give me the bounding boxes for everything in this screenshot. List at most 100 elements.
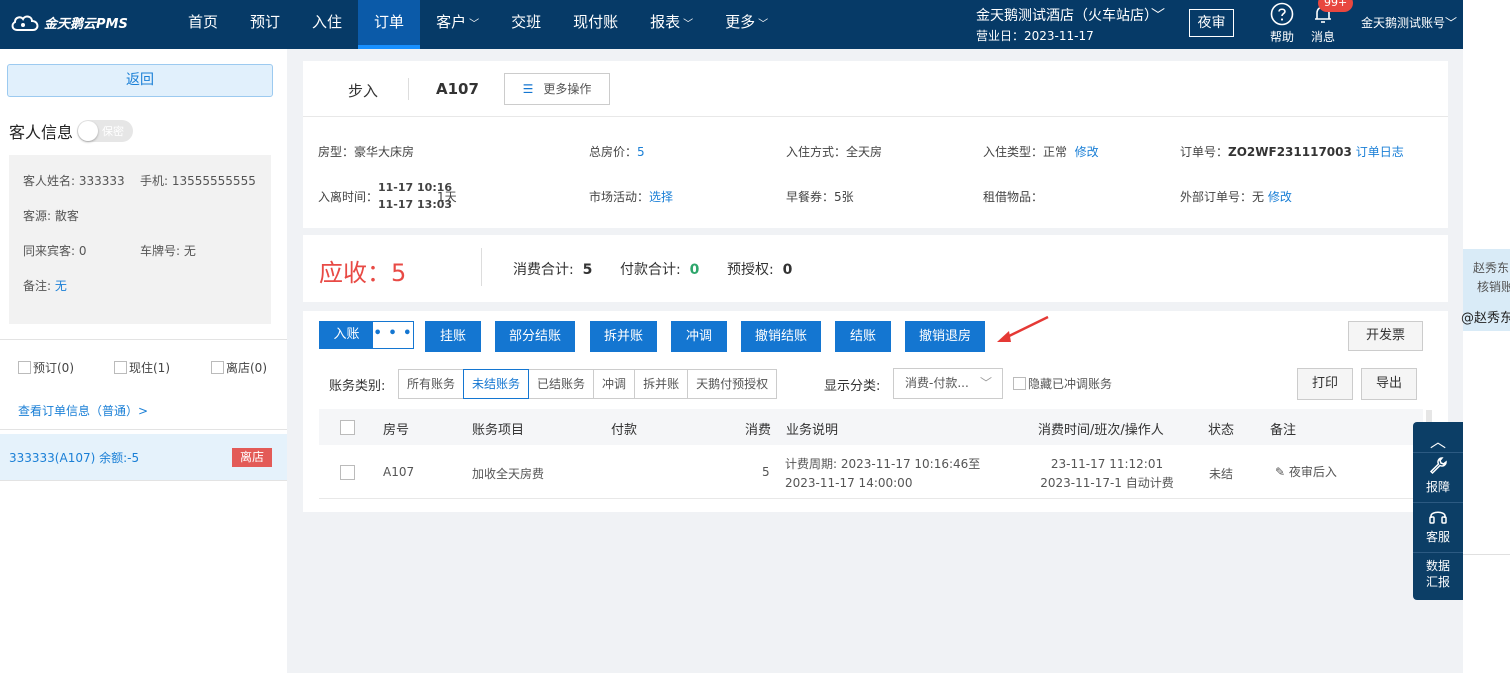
back-button[interactable]: 返回 — [7, 64, 273, 97]
list-icon: ☰ — [522, 82, 534, 96]
post-charge-button[interactable]: 入账 — [320, 322, 373, 348]
nav-reports[interactable]: 报表 ﹀ — [634, 0, 709, 49]
nav-home[interactable]: 首页 — [172, 0, 234, 49]
divider — [1463, 554, 1510, 555]
post-charge-more-button[interactable]: • • • — [373, 322, 413, 348]
chat-subtitle: 核销账 — [1477, 280, 1510, 294]
account-summary-card: 应收：5 消费合计: 5 付款合计: 0 预授权: 0 — [303, 235, 1448, 302]
modify-external-order-link[interactable]: 修改 — [1268, 190, 1292, 204]
issue-invoice-button[interactable]: 开发票 — [1348, 321, 1423, 351]
settle-button[interactable]: 结账 — [835, 321, 891, 352]
col-remark: 备注 — [1270, 423, 1297, 438]
guest-plate: 车牌号: 无 — [140, 244, 196, 258]
cell-time-shift-operator: 23-11-17 11:12:01 2023-11-17-1 自动计费 — [1040, 457, 1174, 490]
tab-settled-accounts[interactable]: 已结账务 — [528, 369, 595, 399]
chat-name: 赵秀东 — [1473, 261, 1510, 275]
col-status: 状态 — [1208, 423, 1235, 438]
tab-split-merge[interactable]: 拆并账 — [634, 369, 689, 399]
nav-more[interactable]: 更多 ﹀ — [709, 0, 784, 49]
night-audit-button[interactable]: 夜审 — [1189, 9, 1234, 37]
account-menu[interactable]: 金天鹅测试账号﹀ — [1361, 14, 1457, 31]
chevron-down-icon: ﹀ — [469, 19, 480, 30]
external-window-strip: 赵秀东 核销账 @赵秀东 — [1461, 0, 1510, 673]
business-date: 营业日：2023-11-17 — [976, 29, 1094, 43]
room-list-item[interactable]: 333333(A107) 余额:-5 离店 — [0, 434, 287, 480]
table-row[interactable]: A107 加收全天房费 5 计费周期: 2023-11-17 10:16:46至… — [319, 445, 1423, 499]
stay-days: 1天 — [437, 190, 457, 204]
cell-description: 计费周期: 2023-11-17 10:16:46至 2023-11-17 14:… — [785, 457, 981, 490]
divider — [303, 116, 1448, 117]
privacy-toggle[interactable]: 保密 — [77, 120, 133, 142]
reverse-adjust-button[interactable]: 冲调 — [671, 321, 727, 352]
walk-in-label: 步入 — [348, 82, 379, 100]
accounts-card: 入账 • • • 挂账 部分结账 拆并账 冲调 撤销结账 结账 撤销退房 开发票… — [303, 311, 1448, 512]
select-all-checkbox[interactable] — [340, 420, 355, 435]
order-log-link[interactable]: 订单日志 — [1356, 145, 1404, 159]
divider — [408, 78, 409, 100]
nav-orders[interactable]: 订单 — [358, 0, 421, 49]
data-report-button[interactable]: 数据 汇报 — [1413, 558, 1463, 590]
modify-checkin-type-link[interactable]: 修改 — [1075, 145, 1099, 159]
hang-account-button[interactable]: 挂账 — [425, 321, 481, 352]
guest-source: 客源: 散客 — [23, 209, 79, 223]
collapse-up-icon[interactable]: ︿ — [1413, 428, 1463, 452]
hotel-name: 金天鹅测试酒店（火车站店）﹀ — [976, 8, 1165, 24]
amount-due: 应收：5 — [319, 259, 407, 287]
headset-icon — [1429, 511, 1447, 524]
row-checkbox[interactable] — [340, 465, 355, 480]
hide-reversed-checkbox[interactable]: 隐藏已冲调账务 — [1013, 375, 1112, 392]
customer-service-button[interactable]: 客服 — [1413, 506, 1463, 545]
pms-app: 金天鹅云PMS 首页 预订 入住 订单 客户 ﹀ 交班 现付账 报表 ﹀ 更多 ﹀ 金… — [0, 0, 1463, 673]
order-number: 订单号：ZO2WF231117003 订单日志 — [1180, 145, 1404, 159]
guest-remark-link[interactable]: 无 — [55, 279, 67, 293]
checkin-type: 入住类型：正常 修改 — [983, 145, 1099, 159]
filter-in-house[interactable]: 现住(1) — [114, 359, 170, 376]
filter-checked-out[interactable]: 离店(0) — [211, 359, 267, 376]
checkbox[interactable] — [1013, 377, 1026, 390]
nav-checkin[interactable]: 入住 — [296, 0, 358, 49]
guest-info-title: 客人信息 — [9, 123, 74, 142]
display-category-select[interactable]: 消费-付款... ﹀ — [893, 368, 1003, 399]
tab-unsettled-accounts[interactable]: 未结账务 — [463, 369, 530, 399]
guest-phone: 手机: 13555555555 — [140, 174, 256, 188]
chat-preview[interactable]: 赵秀东 核销账 @赵秀东 — [1461, 249, 1510, 331]
help-button[interactable]: 帮助 — [1262, 2, 1302, 45]
split-merge-button[interactable]: 拆并账 — [590, 321, 657, 352]
stay-time-label: 入离时间： — [318, 190, 379, 204]
logo[interactable]: 金天鹅云PMS — [10, 13, 128, 32]
partial-checkout-button[interactable]: 部分结账 — [495, 321, 575, 352]
divider — [0, 429, 287, 430]
tab-all-accounts[interactable]: 所有账务 — [398, 369, 465, 399]
checkbox[interactable] — [211, 361, 224, 374]
external-order-number: 外部订单号：无 修改 — [1180, 190, 1292, 204]
view-order-info-link[interactable]: 查看订单信息（普通）> — [18, 402, 148, 419]
privacy-toggle-label: 保密 — [102, 125, 124, 138]
col-consume: 消费 — [745, 423, 772, 438]
guest-companions: 同来宾客: 0 — [23, 244, 87, 258]
export-button[interactable]: 导出 — [1361, 368, 1417, 400]
nav-booking[interactable]: 预订 — [234, 0, 296, 49]
checkbox[interactable] — [114, 361, 127, 374]
pre-authorization: 预授权: 0 — [727, 262, 793, 278]
market-select-link[interactable]: 选择 — [649, 190, 673, 204]
chevron-down-icon: ﹀ — [979, 376, 992, 390]
chevron-down-icon: ﹀ — [758, 19, 769, 30]
tab-reversed[interactable]: 冲调 — [593, 369, 636, 399]
print-button[interactable]: 打印 — [1297, 368, 1353, 400]
report-issue-button[interactable]: 报障 — [1413, 456, 1463, 495]
nav-customers[interactable]: 客户 ﹀ — [420, 0, 495, 49]
edit-icon[interactable]: ✎ — [1275, 465, 1285, 479]
hotel-selector[interactable]: 金天鹅测试酒店（火车站店）﹀ 营业日：2023-11-17 — [976, 5, 1165, 44]
col-time-shift-operator: 消费时间/班次/操作人 — [1038, 423, 1164, 438]
cancel-checkout-button[interactable]: 撤销退房 — [905, 321, 985, 352]
checkbox[interactable] — [18, 361, 31, 374]
filter-booked[interactable]: 预订(0) — [18, 359, 74, 376]
more-operations-button[interactable]: ☰ 更多操作 — [504, 73, 610, 105]
cancel-settlement-button[interactable]: 撤销结账 — [741, 321, 821, 352]
account-category-label: 账务类别: — [329, 379, 386, 394]
divider — [1413, 552, 1463, 553]
nav-cash-account[interactable]: 现付账 — [557, 0, 634, 49]
tab-swan-pay-preauth[interactable]: 天鹅付预授权 — [687, 369, 778, 399]
nav-shift[interactable]: 交班 — [495, 0, 557, 49]
divider — [1413, 452, 1463, 453]
